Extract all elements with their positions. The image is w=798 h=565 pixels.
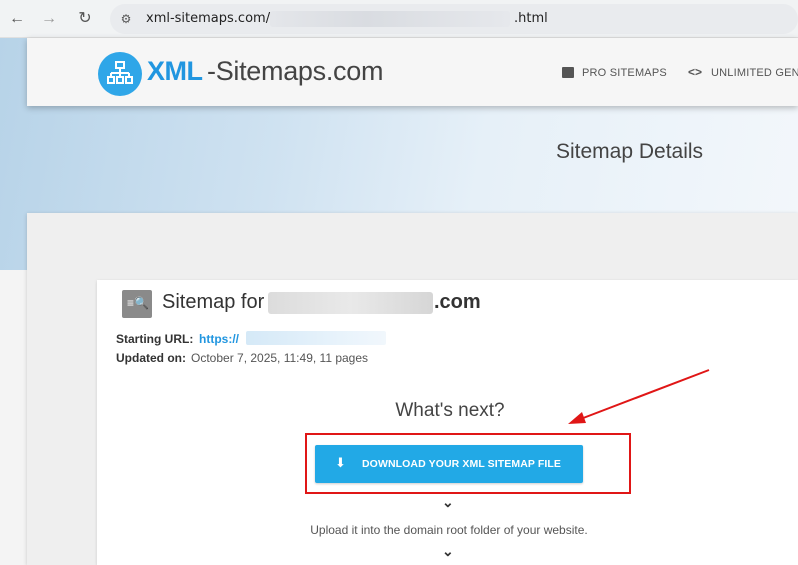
search-list-icon: ≡🔍 bbox=[122, 290, 152, 318]
reload-icon[interactable]: ↻ bbox=[74, 8, 96, 30]
starting-url-link[interactable]: https:// bbox=[199, 332, 239, 346]
url-prefix: xml-sitemaps.com/ bbox=[146, 11, 271, 26]
sitemap-logo-icon[interactable] bbox=[98, 52, 142, 96]
site-header: XML -Sitemaps.com PRO SITEMAPS <> UNLIMI… bbox=[27, 38, 798, 106]
nav-unlimited-generator[interactable]: UNLIMITED GENE bbox=[711, 67, 798, 79]
logo-text-rest[interactable]: -Sitemaps.com bbox=[207, 56, 383, 87]
browser-toolbar: ← → ↻ ⚙ xml-sitemaps.com/ .html bbox=[0, 0, 798, 38]
updated-on-label: Updated on: bbox=[116, 351, 186, 365]
nav-pro-sitemaps[interactable]: PRO SITEMAPS bbox=[582, 67, 667, 79]
page-title: Sitemap Details bbox=[556, 140, 704, 163]
starting-url-redacted bbox=[246, 331, 386, 345]
archive-icon bbox=[562, 67, 574, 78]
arrow-right-icon[interactable]: → bbox=[38, 8, 60, 30]
code-icon: <> bbox=[688, 65, 703, 79]
starting-url-label: Starting URL: bbox=[116, 332, 194, 346]
chevron-down-icon: ⌄ bbox=[442, 543, 454, 559]
upload-instruction: Upload it into the domain root folder of… bbox=[310, 523, 588, 537]
url-redacted bbox=[270, 11, 510, 27]
logo-text-bold[interactable]: XML bbox=[147, 56, 203, 87]
sitemap-title-prefix: Sitemap for bbox=[162, 291, 265, 313]
annotation-highlight-box bbox=[305, 433, 631, 494]
updated-on-value: October 7, 2025, 11:49, 11 pages bbox=[191, 351, 369, 365]
arrow-left-icon[interactable]: ← bbox=[6, 8, 28, 30]
sitemap-title-suffix: .com bbox=[434, 291, 481, 313]
address-bar[interactable]: ⚙ xml-sitemaps.com/ .html bbox=[110, 4, 798, 34]
domain-redacted bbox=[268, 292, 433, 314]
chevron-down-icon: ⌄ bbox=[442, 494, 454, 510]
url-suffix: .html bbox=[514, 11, 548, 26]
tune-icon[interactable]: ⚙ bbox=[118, 11, 134, 27]
annotation-arrow bbox=[568, 369, 710, 424]
